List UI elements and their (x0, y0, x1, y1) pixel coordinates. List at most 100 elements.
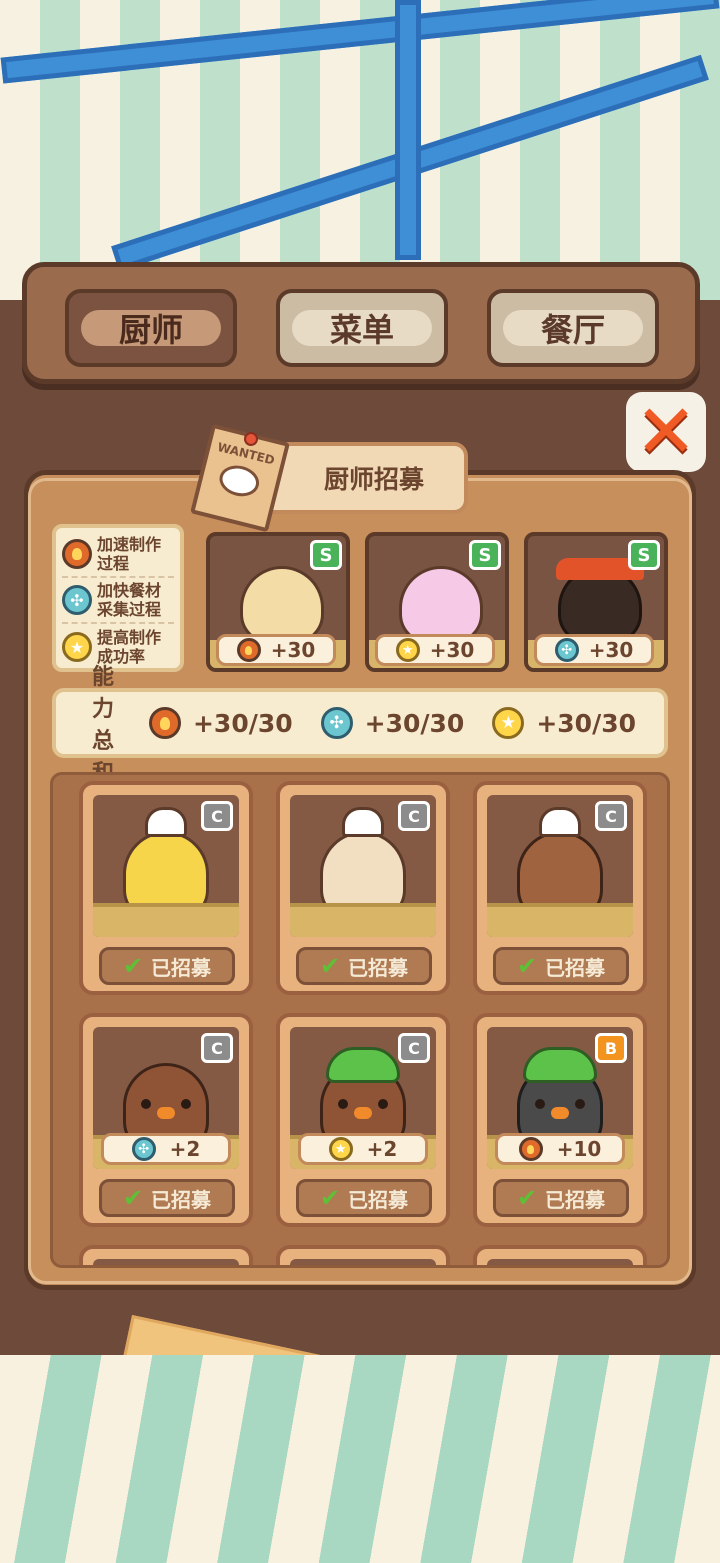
chef-card[interactable]: C ★ +2 ✔ 已招募 (276, 1013, 450, 1227)
check-icon: ✔ (319, 1184, 341, 1212)
legend-item-speed: 加速制作 过程 (62, 532, 174, 578)
floor-background (0, 1355, 720, 1563)
ceiling-beam (395, 0, 421, 260)
bonus-plate: ✣ +2 (101, 1133, 231, 1165)
category-tab-bar: 厨师 菜单 餐厅 (22, 262, 700, 384)
frog-hat-icon (523, 1047, 597, 1083)
fan-icon: ✣ (131, 1137, 156, 1161)
legend-line: 加快餐材 (97, 581, 162, 600)
nest (93, 903, 239, 937)
bonus-plate: +10 (495, 1133, 625, 1165)
chef-window: C (93, 795, 239, 937)
fire-icon (148, 707, 181, 739)
close-x-icon: ✕ (634, 389, 697, 475)
totals-label: 能力总和 (92, 665, 115, 786)
bonus-plate: +30 (216, 634, 336, 666)
frog-hat-icon (326, 1047, 400, 1083)
section-title: 厨师招募 (323, 465, 424, 494)
chef-portrait (240, 566, 324, 644)
tab-chef-label: 厨师 (81, 310, 221, 349)
head-chef-slot[interactable]: S ★ +30 (365, 532, 509, 672)
chef-hat-icon (539, 807, 581, 837)
rank-badge: S (310, 540, 342, 570)
fire-icon (518, 1137, 543, 1161)
nest (487, 903, 633, 937)
bonus-plate: ✣ +30 (534, 634, 654, 666)
check-icon: ✔ (516, 952, 538, 980)
chef-window: B (487, 1259, 633, 1268)
fan-icon: ✣ (554, 638, 579, 662)
recruit-status-label: 已招募 (348, 1187, 409, 1212)
fan-icon: ✣ (62, 585, 92, 615)
recruit-status-label: 已招募 (151, 955, 212, 980)
check-icon: ✔ (319, 952, 341, 980)
chef-card[interactable]: B +10 ✔ 已招募 (473, 1013, 647, 1227)
fire-icon (62, 539, 92, 569)
bonus-value: +30 (429, 638, 475, 662)
bonus-value: +30 (270, 638, 316, 662)
star-icon: ★ (62, 632, 92, 662)
legend-line: 过程 (97, 554, 130, 573)
legend-item-gather: ✣ 加快餐材 采集过程 (62, 578, 174, 624)
bonus-plate: ★ +30 (375, 634, 495, 666)
check-icon: ✔ (122, 1184, 144, 1212)
chef-hat-icon (342, 807, 384, 837)
tab-menu[interactable]: 菜单 (276, 289, 448, 367)
fire-icon (236, 638, 261, 662)
chef-window: C (487, 795, 633, 937)
chef-card[interactable]: B (276, 1245, 450, 1268)
nest (290, 903, 436, 937)
head-chef-slot[interactable]: S ✣ +30 (524, 532, 668, 672)
total-value: +30/30 (536, 708, 636, 738)
total-value: +30/30 (192, 708, 293, 738)
legend-line: 加速制作 (97, 535, 162, 554)
rank-badge: C (201, 801, 233, 831)
legend-line: 提高制作 (97, 628, 162, 647)
check-icon: ✔ (516, 1184, 538, 1212)
chef-card[interactable]: B (79, 1245, 253, 1268)
chef-beak (551, 1107, 569, 1119)
close-button[interactable]: ✕ (626, 392, 706, 472)
total-value: +30/30 (364, 708, 465, 738)
chef-card[interactable]: C ✣ +2 ✔ 已招募 (79, 1013, 253, 1227)
legend-line: 采集过程 (97, 600, 162, 619)
star-icon: ★ (328, 1137, 353, 1161)
recruit-status-label: 已招募 (545, 1187, 606, 1212)
bonus-value: +10 (556, 1137, 602, 1161)
rank-badge: B (398, 1265, 430, 1268)
recruit-status-label: 已招募 (151, 1187, 212, 1212)
chef-card[interactable]: C ✔ 已招募 (79, 781, 253, 995)
head-chef-slot[interactable]: S +30 (206, 532, 350, 672)
rank-badge: C (398, 1033, 430, 1063)
fan-icon: ✣ (320, 707, 353, 739)
recruit-status-button[interactable]: ✔ 已招募 (99, 947, 235, 985)
chef-window: B (93, 1259, 239, 1268)
chef-card[interactable]: C ✔ 已招募 (473, 781, 647, 995)
rank-badge: B (201, 1265, 233, 1268)
rank-badge: S (628, 540, 660, 570)
rank-badge: B (595, 1265, 627, 1268)
tab-restaurant[interactable]: 餐厅 (487, 289, 659, 367)
star-icon: ★ (395, 638, 420, 662)
rank-badge: C (398, 801, 430, 831)
chef-grid[interactable]: C ✔ 已招募 C ✔ 已招募 C ✔ 已招募 C ✣ +2 ✔ 已招募 C ★… (50, 772, 670, 1268)
total-speed: +30/30 (148, 707, 293, 739)
tab-chef[interactable]: 厨师 (65, 289, 237, 367)
chef-card[interactable]: C ✔ 已招募 (276, 781, 450, 995)
check-icon: ✔ (122, 952, 144, 980)
recruit-status-button[interactable]: ✔ 已招募 (493, 947, 629, 985)
chef-portrait (399, 566, 483, 644)
recruit-status-button[interactable]: ✔ 已招募 (99, 1179, 235, 1217)
chef-hat-icon (145, 807, 187, 837)
recruit-status-button[interactable]: ✔ 已招募 (493, 1179, 629, 1217)
recruit-status-button[interactable]: ✔ 已招募 (296, 1179, 432, 1217)
recruit-status-button[interactable]: ✔ 已招募 (296, 947, 432, 985)
recruit-status-label: 已招募 (545, 955, 606, 980)
chef-card[interactable]: B (473, 1245, 647, 1268)
bonus-value: +2 (169, 1137, 201, 1161)
ability-totals: 能力总和 +30/30 ✣ +30/30 ★ +30/30 (52, 665, 668, 786)
bonus-value: +30 (588, 638, 634, 662)
recruit-status-label: 已招募 (348, 955, 409, 980)
ability-legend: 加速制作 过程 ✣ 加快餐材 采集过程 ★ 提高制作 成功率 (52, 524, 184, 672)
star-icon: ★ (492, 707, 525, 739)
